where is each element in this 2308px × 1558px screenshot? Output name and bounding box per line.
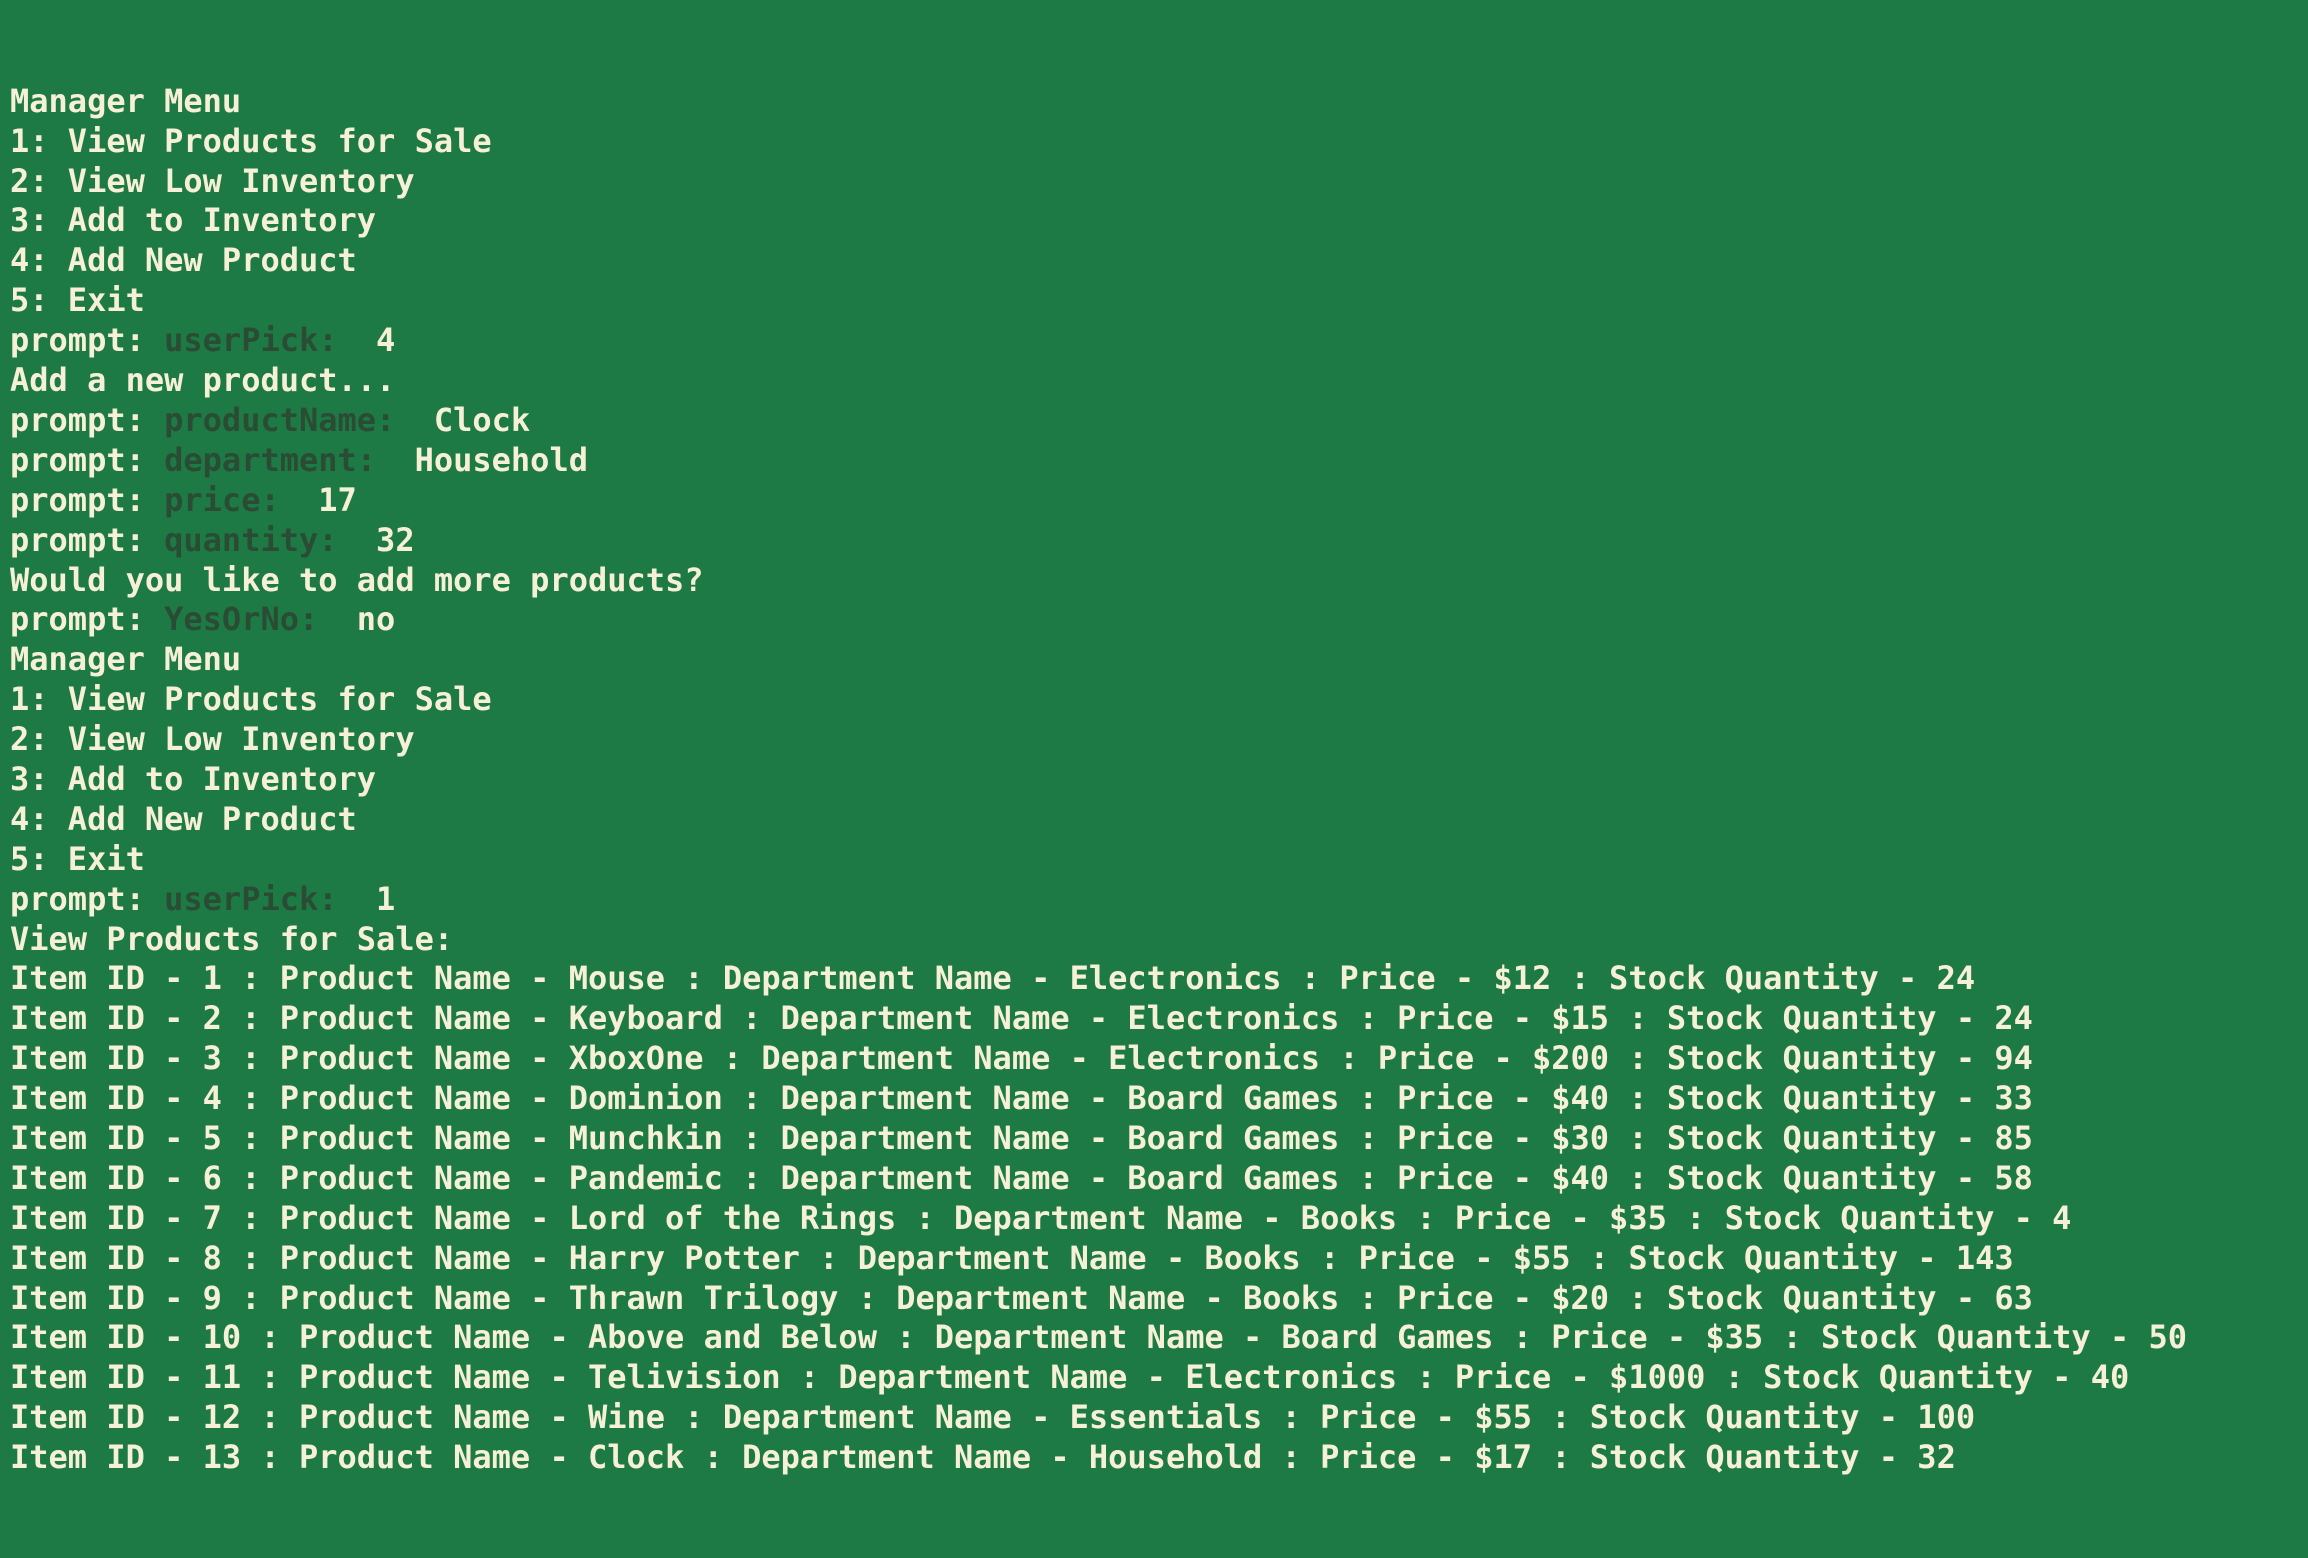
prompt-label: prompt:: [10, 600, 145, 639]
output-line: 2: View Low Inventory: [10, 161, 415, 200]
prompt-line: prompt: price: 17: [10, 481, 2308, 521]
output-line: Would you like to add more products?: [10, 560, 704, 599]
prompt-line: prompt: department: Household: [10, 441, 2308, 481]
output-line: Item ID - 5 : Product Name - Munchkin : …: [10, 1118, 2033, 1157]
output-line: Item ID - 8 : Product Name - Harry Potte…: [10, 1238, 2014, 1277]
output-line: Item ID - 2 : Product Name - Keyboard : …: [10, 999, 2033, 1038]
prompt-line: prompt: productName: Clock: [10, 401, 2308, 441]
prompt-variable: userPick:: [164, 879, 338, 918]
prompt-answer: 17: [318, 480, 357, 519]
prompt-line: prompt: userPick: 4: [10, 321, 2308, 361]
prompt-variable: productName:: [164, 400, 396, 439]
output-line: View Products for Sale:: [10, 919, 454, 958]
prompt-label: prompt:: [10, 879, 145, 918]
output-line: 3: Add to Inventory: [10, 201, 377, 240]
prompt-answer: 4: [376, 321, 396, 360]
output-line: Item ID - 1 : Product Name - Mouse : Dep…: [10, 959, 1976, 998]
output-line: 1: View Products for Sale: [10, 680, 492, 719]
prompt-answer: Clock: [433, 400, 531, 439]
prompt-variable: quantity:: [164, 520, 338, 559]
output-line: 2: View Low Inventory: [10, 720, 415, 759]
output-line: Manager Menu: [10, 81, 242, 120]
output-line: Item ID - 11 : Product Name - Telivision…: [10, 1358, 2130, 1397]
prompt-label: prompt:: [10, 400, 145, 439]
output-line: Item ID - 7 : Product Name - Lord of the…: [10, 1198, 2072, 1237]
prompt-variable: price:: [164, 480, 280, 519]
terminal-window[interactable]: Manager Menu 1: View Products for Sale 2: …: [0, 0, 2308, 1476]
output-line: 5: Exit: [10, 281, 145, 320]
prompt-variable: department:: [164, 440, 377, 479]
prompt-answer: no: [356, 600, 396, 639]
prompt-line: prompt: quantity: 32: [10, 521, 2308, 561]
prompt-label: prompt:: [10, 440, 145, 479]
prompt-label: prompt:: [10, 321, 145, 360]
output-line: 4: Add New Product: [10, 799, 357, 838]
prompt-variable: YesOrNo:: [164, 600, 319, 639]
output-line: Item ID - 13 : Product Name - Clock : De…: [10, 1438, 1956, 1477]
prompt-line: prompt: YesOrNo: no: [10, 600, 2308, 640]
output-line: Item ID - 4 : Product Name - Dominion : …: [10, 1079, 2033, 1118]
prompt-line: prompt: userPick: 1: [10, 880, 2308, 920]
prompt-label: prompt:: [10, 480, 145, 519]
prompt-label: prompt:: [10, 520, 145, 559]
output-line: Manager Menu: [10, 640, 242, 679]
prompt-answer: 32: [376, 520, 415, 559]
output-line: 5: Exit: [10, 839, 145, 878]
output-line: Item ID - 3 : Product Name - XboxOne : D…: [10, 1039, 2033, 1078]
output-line: Item ID - 6 : Product Name - Pandemic : …: [10, 1158, 2033, 1197]
output-line: 4: Add New Product: [10, 241, 357, 280]
prompt-variable: userPick:: [164, 321, 338, 360]
output-line: Item ID - 12 : Product Name - Wine : Dep…: [10, 1398, 1976, 1437]
output-line: 1: View Products for Sale: [10, 121, 492, 160]
output-line: Item ID - 10 : Product Name - Above and …: [10, 1318, 2188, 1357]
prompt-answer: 1: [376, 879, 396, 918]
terminal-output: Manager Menu 1: View Products for Sale 2: …: [10, 82, 2308, 1478]
output-line: Add a new product...: [10, 361, 396, 400]
prompt-answer: Household: [414, 440, 588, 479]
output-line: 3: Add to Inventory: [10, 759, 377, 798]
output-line: Item ID - 9 : Product Name - Thrawn Tril…: [10, 1278, 2033, 1317]
